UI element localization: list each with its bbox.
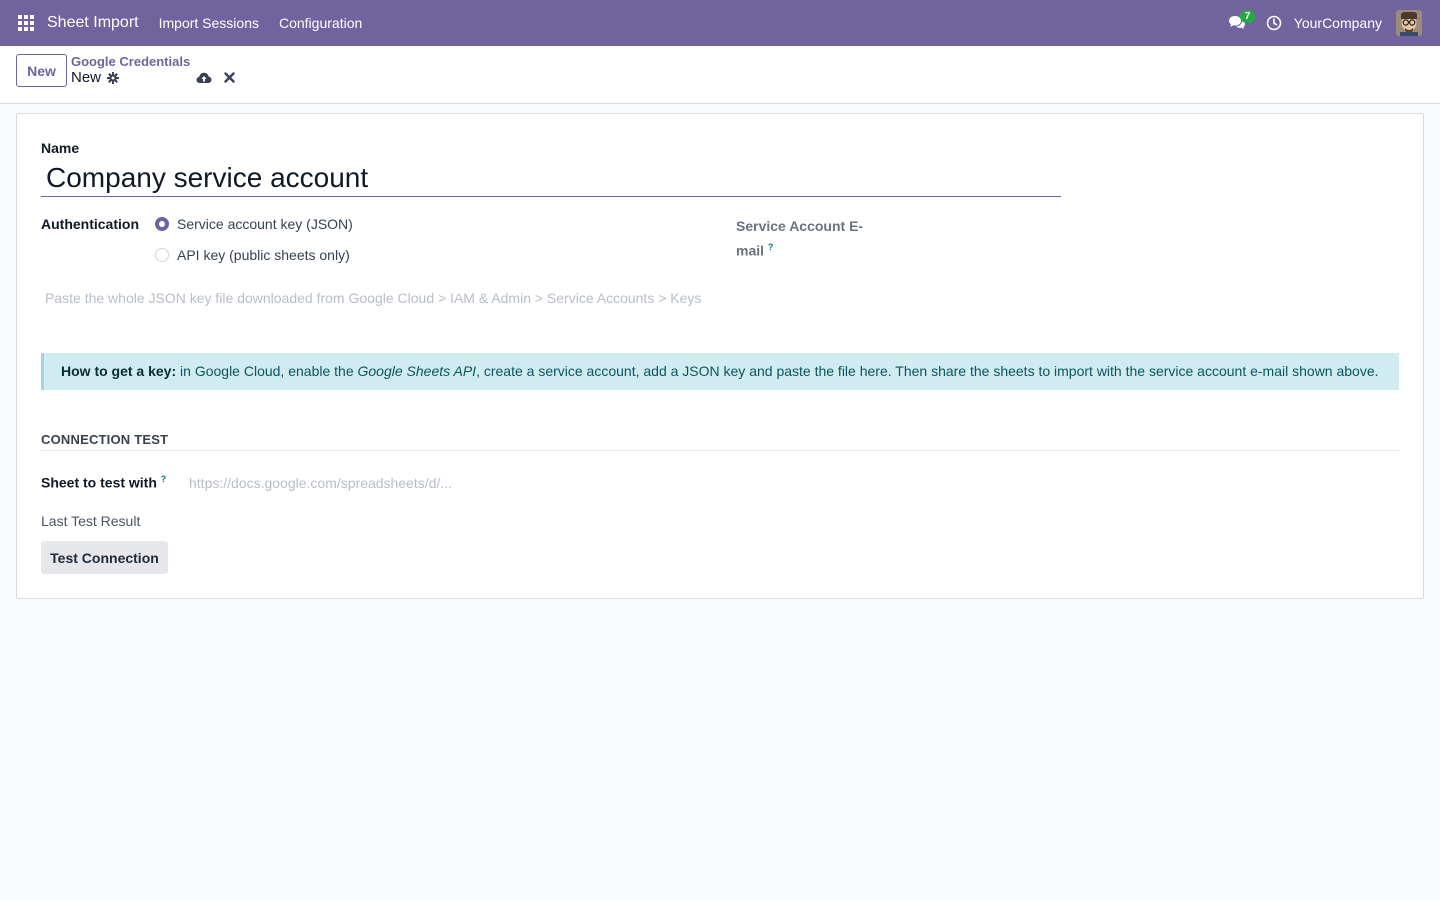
apps-menu-button[interactable] [0, 0, 52, 46]
avatar-image [1396, 10, 1422, 36]
radio-api-key[interactable]: API key (public sheets only) [155, 247, 350, 263]
form-sheet: Name Company service account Authenticat… [16, 113, 1424, 599]
user-avatar[interactable] [1396, 10, 1422, 36]
menu-configuration[interactable]: Configuration [269, 0, 372, 46]
name-label: Name [41, 140, 80, 156]
alert-italic: Google Sheets API [357, 363, 477, 379]
new-button[interactable]: New [16, 54, 67, 87]
test-connection-button[interactable]: Test Connection [41, 541, 168, 574]
radio-unchecked-icon[interactable] [155, 248, 169, 262]
name-field[interactable]: Company service account [41, 159, 1061, 197]
radio-label: API key (public sheets only) [177, 247, 350, 263]
sheet-url-input[interactable]: https://docs.google.com/spreadsheets/d/.… [185, 475, 685, 495]
radio-checked-icon[interactable] [155, 217, 169, 231]
app-brand[interactable]: Sheet Import [47, 14, 149, 32]
discard-icon[interactable] [224, 72, 235, 83]
sheet-to-test-text: Sheet to test with [41, 474, 157, 491]
record-title: New [71, 69, 102, 86]
alert-heading: How to get a key: [61, 363, 177, 379]
help-tooltip-icon[interactable]: ? [161, 474, 167, 484]
control-panel: New Google Credentials New [0, 46, 1440, 104]
menu-import-sessions[interactable]: Import Sessions [149, 0, 269, 46]
top-navbar: Sheet Import Import Sessions Configurati… [0, 0, 1440, 46]
alert-text-1: in Google Cloud, enable the [176, 363, 358, 379]
authentication-label: Authentication [41, 216, 139, 232]
radio-label: Service account key (JSON) [177, 216, 353, 232]
clock-icon [1266, 15, 1282, 31]
help-tooltip-icon[interactable]: ? [768, 242, 774, 252]
sheet-to-test-label: Sheet to test with ? [41, 474, 166, 491]
messaging-menu[interactable]: 7 [1218, 0, 1256, 46]
main-menu: Import Sessions Configuration [149, 0, 373, 46]
alert-text-2: , create a service account, add a JSON k… [476, 363, 1379, 379]
service-account-email-text: Service Account E-mail [736, 218, 864, 259]
gear-icon[interactable] [107, 72, 119, 84]
section-connection-test: CONNECTION TEST [41, 432, 1399, 451]
systray: 7 YourCompany [1218, 0, 1440, 46]
radio-service-account-key[interactable]: Service account key (JSON) [155, 216, 353, 232]
cloud-upload-icon[interactable] [196, 71, 212, 85]
activity-menu[interactable] [1256, 0, 1292, 46]
breadcrumb-google-credentials[interactable]: Google Credentials [71, 54, 190, 69]
service-account-email-label: Service Account E-mail ? [736, 216, 866, 262]
last-test-result-label: Last Test Result [41, 513, 141, 529]
apps-grid-icon [18, 15, 34, 31]
json-key-textarea[interactable]: Paste the whole JSON key file downloaded… [41, 290, 1399, 314]
chat-count-badge: 7 [1239, 10, 1256, 23]
info-alert: How to get a key: in Google Cloud, enabl… [41, 353, 1399, 390]
company-switcher[interactable]: YourCompany [1292, 15, 1386, 31]
